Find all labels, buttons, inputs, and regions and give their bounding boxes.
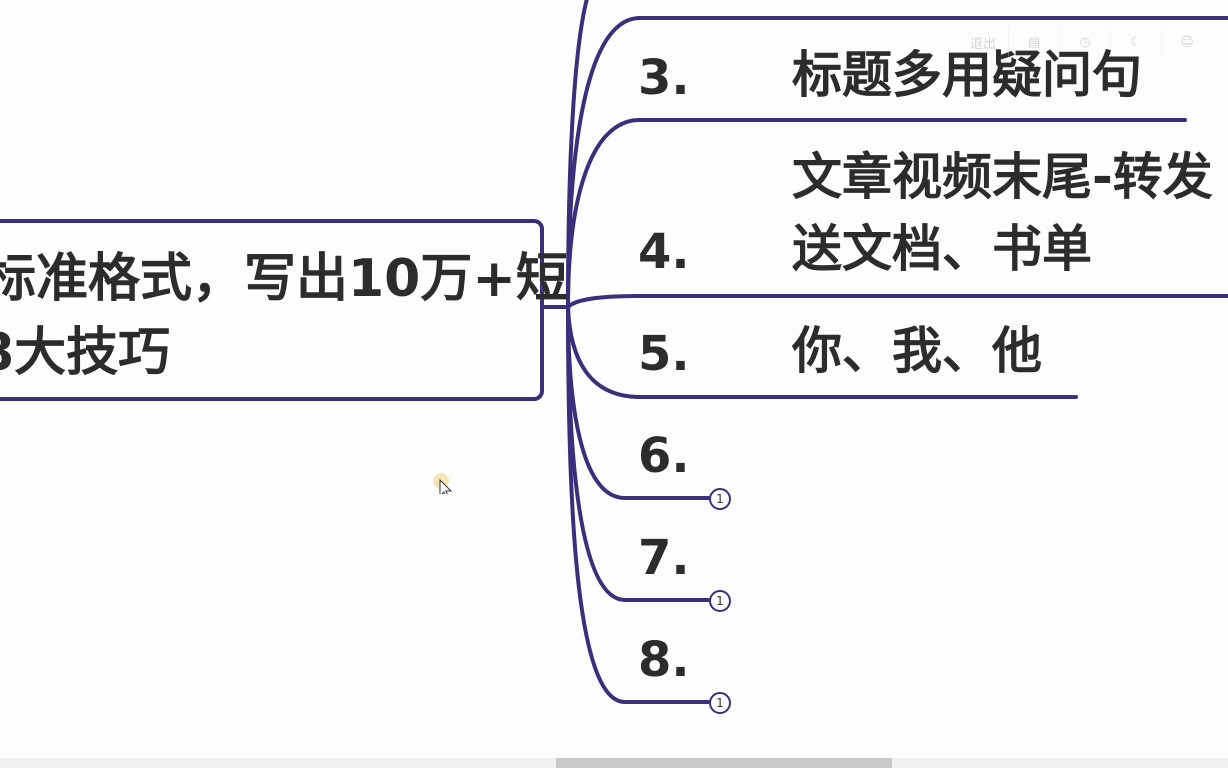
- emoji-button[interactable]: ☺: [1162, 28, 1212, 56]
- theme-button[interactable]: ☾: [1111, 28, 1162, 56]
- branch-6-collapse-badge[interactable]: 1: [709, 488, 731, 510]
- root-topic[interactable]: 标准格式，写出10万+短 8大技巧: [0, 219, 568, 401]
- branch-4-text-line-1[interactable]: 文章视频末尾-转发: [792, 152, 1213, 202]
- clock-icon: ◷: [1079, 34, 1091, 50]
- exit-button[interactable]: 退出: [958, 28, 1009, 56]
- connector-branch-4: [566, 118, 642, 309]
- branch-6-number[interactable]: 6.: [638, 432, 690, 480]
- outline-button[interactable]: ▤: [1009, 28, 1060, 56]
- presentation-toolbar: 退出 ▤ ◷ ☾ ☺: [958, 28, 1228, 56]
- branch-7-collapse-badge[interactable]: 1: [709, 590, 731, 612]
- horizontal-scrollbar-thumb[interactable]: [556, 758, 892, 768]
- mouse-cursor-icon: [433, 473, 453, 494]
- timer-button[interactable]: ◷: [1060, 28, 1111, 56]
- root-topic-line-2: 8大技巧: [0, 323, 171, 383]
- root-topic-line-1: 标准格式，写出10万+短: [0, 249, 568, 309]
- smiley-icon: ☺: [1180, 34, 1194, 50]
- branch-7-number[interactable]: 7.: [638, 534, 690, 582]
- branch-8-collapse-badge[interactable]: 1: [709, 692, 731, 714]
- branch-4-text-line-2[interactable]: 送文档、书单: [792, 224, 1092, 274]
- branch-5-text[interactable]: 你、我、他: [792, 326, 1042, 376]
- mindmap-canvas[interactable]: 标准格式，写出10万+短 8大技巧 3. 标题多用疑问句 4. 文章视频末尾-转…: [0, 0, 1228, 768]
- branch-8-number[interactable]: 8.: [638, 636, 690, 684]
- branch-3-text[interactable]: 标题多用疑问句: [792, 50, 1142, 100]
- connector-branch-5: [566, 294, 642, 309]
- moon-icon: ☾: [1130, 34, 1142, 50]
- outline-icon: ▤: [1027, 34, 1041, 50]
- branch-3-number: 3.: [638, 50, 690, 106]
- branch-5-number: 5.: [638, 326, 690, 382]
- branch-4-number: 4.: [638, 224, 690, 280]
